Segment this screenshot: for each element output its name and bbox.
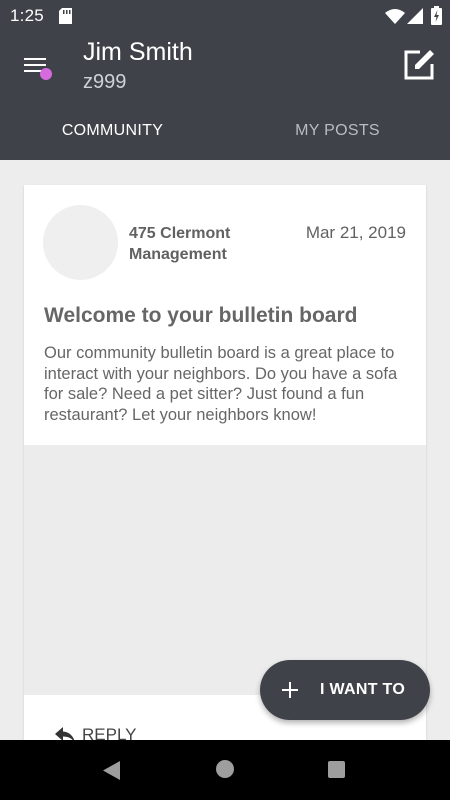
sd-card-icon bbox=[59, 8, 72, 24]
tab-community-label: COMMUNITY bbox=[61, 122, 164, 139]
post-date: Mar 21, 2019 bbox=[305, 223, 406, 242]
home-icon[interactable] bbox=[216, 760, 234, 778]
recent-apps-icon[interactable] bbox=[328, 761, 345, 778]
compose-icon[interactable] bbox=[402, 48, 436, 82]
post-body: Our community bulletin board is a great … bbox=[44, 344, 398, 424]
status-time: 1:25 bbox=[10, 6, 44, 25]
i-want-to-button[interactable]: I WANT TO bbox=[260, 660, 430, 720]
app-header: Jim Smith z999 COMMUNITY MY POSTS bbox=[0, 32, 450, 160]
cellular-signal-icon bbox=[407, 8, 423, 24]
i-want-to-label: I WANT TO bbox=[320, 681, 406, 698]
notification-dot bbox=[40, 68, 52, 80]
wifi-icon bbox=[385, 9, 405, 24]
system-navigation-bar bbox=[0, 740, 450, 800]
tab-my-posts-label: MY POSTS bbox=[295, 122, 380, 139]
post-title: Welcome to your bulletin board bbox=[44, 304, 358, 327]
plus-icon bbox=[282, 682, 298, 698]
tab-community[interactable]: COMMUNITY bbox=[0, 118, 225, 160]
battery-charging-icon bbox=[431, 6, 442, 25]
menu-button[interactable] bbox=[20, 54, 56, 84]
user-name: Jim Smith bbox=[83, 38, 193, 66]
tab-my-posts[interactable]: MY POSTS bbox=[225, 118, 450, 160]
post-image-placeholder bbox=[24, 445, 426, 695]
user-id: z999 bbox=[83, 71, 127, 93]
post-author: 475 Clermont Management bbox=[129, 225, 231, 263]
menu-icon bbox=[24, 58, 46, 60]
status-bar: 1:25 bbox=[0, 0, 450, 32]
avatar bbox=[43, 205, 118, 280]
back-icon[interactable] bbox=[103, 761, 120, 780]
